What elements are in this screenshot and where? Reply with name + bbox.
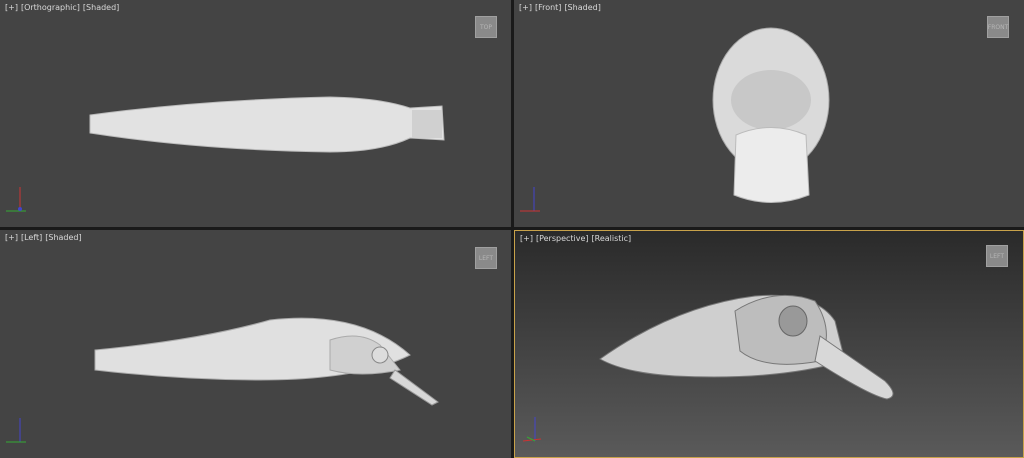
viewport-front[interactable]: [+] [Front] [Shaded] FRONT — [514, 0, 1024, 227]
lure-model-front — [712, 27, 830, 203]
axis-gizmo-icon — [522, 417, 542, 442]
axis-gizmo-icon — [6, 187, 26, 212]
viewport-top[interactable]: [+] [Orthographic] [Shaded] TOP — [0, 0, 511, 227]
lure-model-perspective — [599, 294, 894, 400]
viewport-left[interactable]: [+] [Left] [Shaded] LEFT — [0, 230, 511, 458]
viewport-perspective-active[interactable]: [+] [Perspective] [Realistic] LEFT — [514, 230, 1024, 458]
lure-model-top — [89, 96, 445, 153]
axis-gizmo-icon — [6, 418, 26, 443]
lure-model-left — [94, 317, 439, 406]
axis-gizmo-icon — [520, 187, 540, 212]
